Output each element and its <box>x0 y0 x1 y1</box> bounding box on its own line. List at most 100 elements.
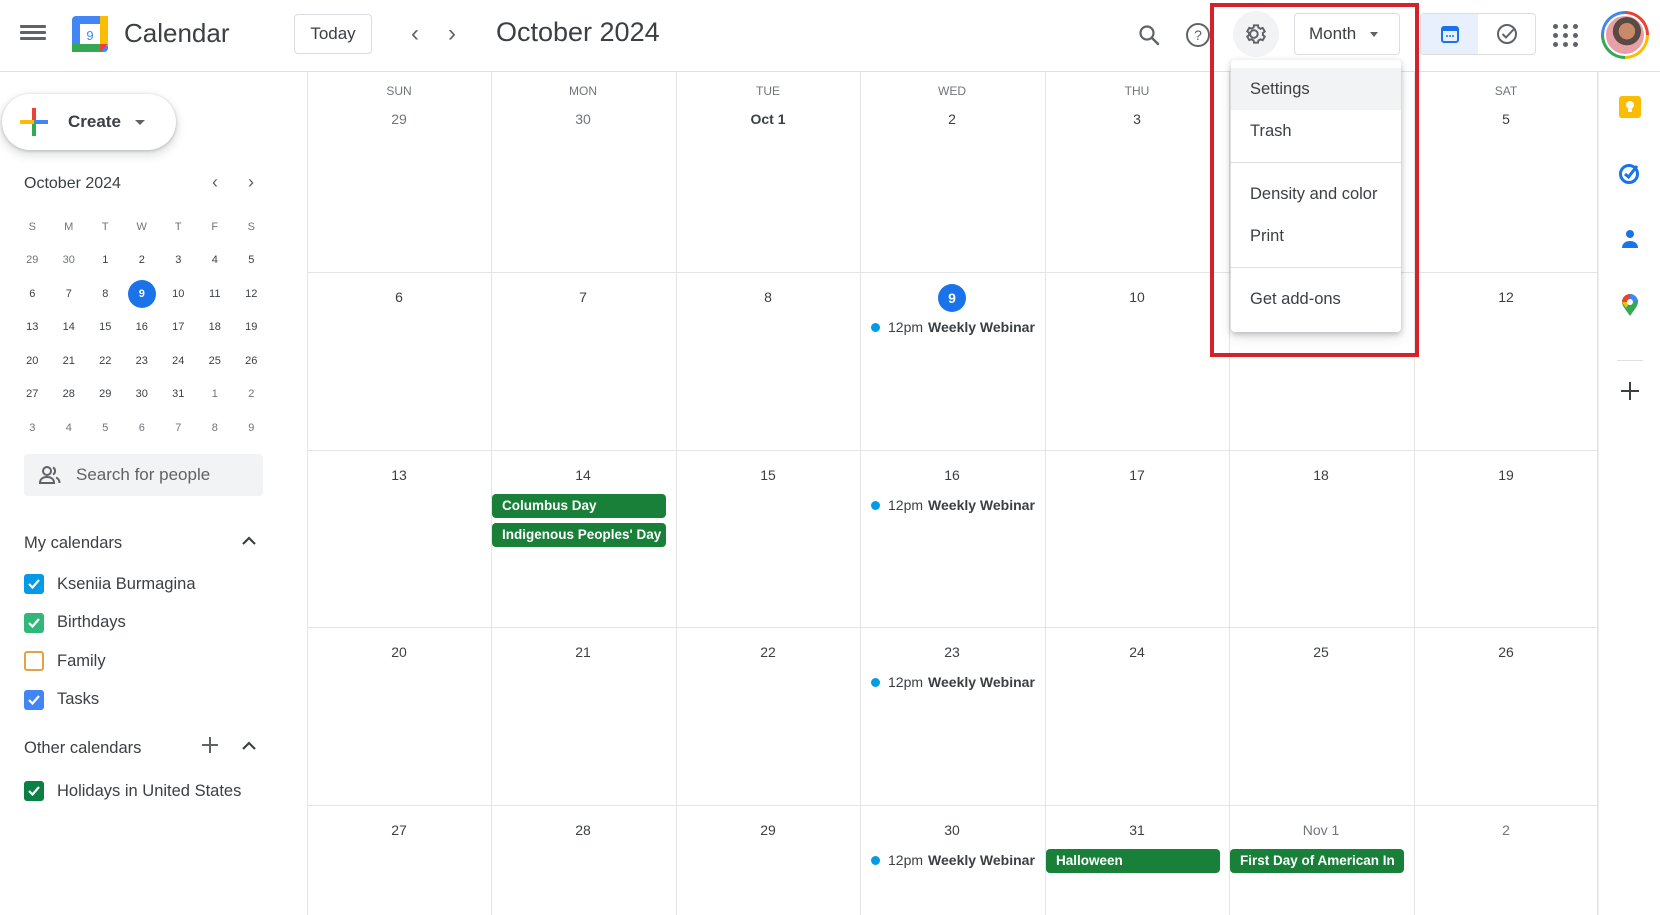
date-number[interactable]: 10 <box>1124 284 1150 310</box>
date-number[interactable]: 14 <box>570 462 596 488</box>
date-number[interactable]: 13 <box>386 462 412 488</box>
date-number[interactable]: 25 <box>1308 639 1334 665</box>
menu-item-trash[interactable]: Trash <box>1231 110 1401 152</box>
date-number[interactable]: 30 <box>570 106 596 132</box>
mini-calendar-day[interactable]: 8 <box>197 411 234 445</box>
contacts-icon[interactable] <box>1617 226 1643 252</box>
mini-calendar-prev-button[interactable]: ‹ <box>203 172 227 193</box>
mini-calendar-day[interactable]: 3 <box>14 411 51 445</box>
create-button[interactable]: Create <box>2 94 176 150</box>
main-menu-icon[interactable] <box>20 22 46 48</box>
mini-calendar-day[interactable]: 1 <box>197 378 234 412</box>
mini-calendar-day[interactable]: 8 <box>87 277 124 311</box>
date-number[interactable]: 15 <box>755 462 781 488</box>
mini-calendar-day[interactable]: 2 <box>233 378 270 412</box>
mini-calendar-day[interactable]: 9 <box>233 411 270 445</box>
mini-calendar-day[interactable]: 7 <box>160 411 197 445</box>
menu-item-get-add-ons[interactable]: Get add-ons <box>1231 278 1401 320</box>
google-apps-button[interactable] <box>1548 17 1584 53</box>
mini-calendar-day[interactable]: 31 <box>160 378 197 412</box>
mini-calendar-day[interactable]: 7 <box>51 277 88 311</box>
add-other-calendar-icon[interactable] <box>200 735 220 760</box>
day-cell[interactable]: THU 3 <box>1045 72 1229 272</box>
settings-menu-button[interactable] <box>1233 11 1279 57</box>
day-cell[interactable]: 6 <box>307 272 491 450</box>
day-cell[interactable]: 13 <box>307 450 491 627</box>
date-number[interactable]: 5 <box>1493 106 1519 132</box>
day-cell[interactable]: MON 30 <box>491 72 675 272</box>
day-cell[interactable]: 12 <box>1414 272 1598 450</box>
menu-item-density-and-color[interactable]: Density and color <box>1231 173 1401 215</box>
date-number[interactable]: 29 <box>386 106 412 132</box>
mini-calendar-day[interactable]: 4 <box>197 244 234 278</box>
date-number[interactable]: 31 <box>1124 817 1150 843</box>
mini-calendar-day[interactable]: 5 <box>233 244 270 278</box>
day-cell[interactable]: 15 <box>676 450 860 627</box>
today-date-number[interactable]: 9 <box>938 284 966 312</box>
account-avatar[interactable] <box>1601 11 1649 59</box>
search-people-input[interactable]: Search for people <box>24 454 263 496</box>
date-number[interactable]: 24 <box>1124 639 1150 665</box>
mini-calendar-day[interactable]: 5 <box>87 411 124 445</box>
mini-calendar-day[interactable]: 16 <box>124 311 161 345</box>
day-cell[interactable]: 23 <box>860 627 1044 805</box>
all-day-event-chip[interactable]: Indigenous Peoples' Day <box>492 523 666 547</box>
date-number[interactable]: 2 <box>939 106 965 132</box>
mini-calendar-day[interactable]: 14 <box>51 311 88 345</box>
date-number[interactable]: 12 <box>1493 284 1519 310</box>
day-cell[interactable]: 8 <box>676 272 860 450</box>
calendar-list-item[interactable]: Kseniia Burmagina <box>24 574 196 594</box>
mini-calendar-day[interactable]: 12 <box>233 277 270 311</box>
mini-calendar-day[interactable]: 27 <box>14 378 51 412</box>
day-cell[interactable]: SUN 29 <box>307 72 491 272</box>
mini-calendar-day[interactable]: 20 <box>14 344 51 378</box>
day-cell[interactable]: 22 <box>676 627 860 805</box>
mini-calendar-day[interactable]: 18 <box>197 311 234 345</box>
mini-calendar-day[interactable]: 30 <box>51 244 88 278</box>
checkbox-checked-icon[interactable] <box>24 781 44 801</box>
date-number[interactable]: 18 <box>1308 462 1334 488</box>
date-number[interactable]: 20 <box>386 639 412 665</box>
day-cell[interactable]: WED 2 <box>860 72 1044 272</box>
collapse-my-calendars-icon[interactable] <box>240 532 258 555</box>
date-number[interactable]: 17 <box>1124 462 1150 488</box>
day-cell[interactable]: 2 <box>1414 805 1598 915</box>
checkbox-checked-icon[interactable] <box>24 612 44 633</box>
day-cell[interactable]: 16 <box>860 450 1044 627</box>
mini-calendar-day[interactable]: 6 <box>124 411 161 445</box>
day-cell[interactable]: 19 <box>1414 450 1598 627</box>
date-number[interactable]: 28 <box>570 817 596 843</box>
keep-icon[interactable] <box>1617 94 1643 120</box>
date-number[interactable]: 27 <box>386 817 412 843</box>
mini-calendar-day[interactable]: 30 <box>124 378 161 412</box>
mini-calendar-day[interactable]: 22 <box>87 344 124 378</box>
mini-calendar-day[interactable]: 4 <box>51 411 88 445</box>
day-cell[interactable]: 27 <box>307 805 491 915</box>
menu-item-settings[interactable]: Settings <box>1231 68 1401 110</box>
calendar-list-item[interactable]: Birthdays <box>24 612 126 633</box>
day-cell[interactable]: 21 <box>491 627 675 805</box>
timed-event[interactable]: 12pm Weekly Webinar <box>871 674 1035 690</box>
help-button[interactable]: ? <box>1177 14 1219 56</box>
date-number[interactable]: Nov 1 <box>1303 817 1340 843</box>
timed-event[interactable]: 12pm Weekly Webinar <box>871 497 1035 513</box>
all-day-event-chip[interactable]: First Day of American In <box>1230 849 1404 873</box>
day-cell[interactable]: 26 <box>1414 627 1598 805</box>
date-number[interactable]: 19 <box>1493 462 1519 488</box>
day-cell[interactable]: 24 <box>1045 627 1229 805</box>
checkbox-checked-icon[interactable] <box>24 574 44 594</box>
checkbox-unchecked-icon[interactable] <box>24 651 44 671</box>
mini-calendar-day[interactable]: 29 <box>87 378 124 412</box>
my-calendars-heading[interactable]: My calendars <box>24 534 122 553</box>
date-number[interactable]: 26 <box>1493 639 1519 665</box>
mini-calendar-day[interactable]: 1 <box>87 244 124 278</box>
previous-month-button[interactable]: ‹ <box>400 18 430 50</box>
all-day-event-chip[interactable]: Halloween <box>1046 849 1220 873</box>
date-number[interactable]: 30 <box>939 817 965 843</box>
mini-calendar-day[interactable]: 23 <box>124 344 161 378</box>
day-cell[interactable]: SAT 5 <box>1414 72 1598 272</box>
next-month-button[interactable]: › <box>437 18 467 50</box>
add-addon-icon[interactable] <box>1617 378 1643 404</box>
date-number[interactable]: 16 <box>939 462 965 488</box>
mini-calendar-day[interactable]: 26 <box>233 344 270 378</box>
